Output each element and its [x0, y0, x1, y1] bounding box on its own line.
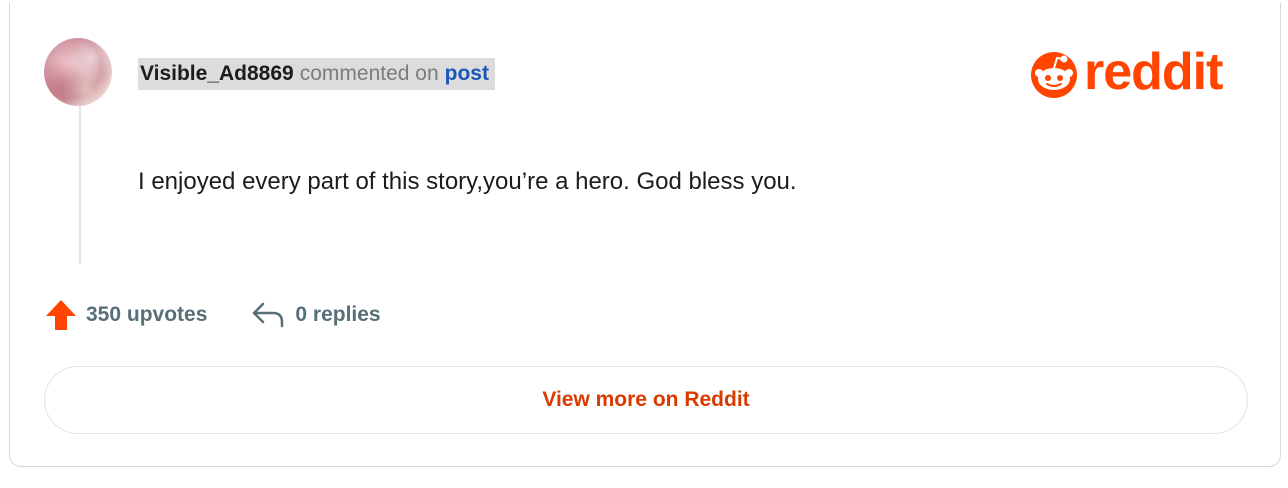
- username[interactable]: Visible_Ad8869: [140, 62, 294, 86]
- comment-header: Visible_Ad8869 commented on post: [138, 58, 495, 90]
- upvote-count: 350 upvotes: [86, 303, 208, 326]
- upvote-arrow-icon: [44, 298, 78, 332]
- reply-arrow-icon: [251, 300, 285, 330]
- reddit-snoo-icon: [1026, 49, 1082, 99]
- comment-thread-line: [79, 106, 81, 264]
- comment-actions: 350 upvotes 0 replies: [44, 296, 381, 334]
- user-avatar[interactable]: [44, 38, 112, 106]
- commented-on-text: commented on: [299, 62, 439, 85]
- reply-count: 0 replies: [295, 303, 381, 326]
- replies-button[interactable]: 0 replies: [251, 300, 381, 330]
- reddit-wordmark: reddit: [1084, 43, 1223, 101]
- comment-text: I enjoyed every part of this story,you’r…: [138, 168, 797, 195]
- reddit-logo[interactable]: reddit: [1026, 43, 1223, 102]
- view-more-on-reddit-button[interactable]: View more on Reddit: [44, 366, 1248, 434]
- post-link[interactable]: post: [445, 62, 489, 86]
- upvote-button[interactable]: 350 upvotes: [44, 298, 207, 332]
- avatar-image: [44, 38, 112, 106]
- view-more-label: View more on Reddit: [542, 388, 750, 411]
